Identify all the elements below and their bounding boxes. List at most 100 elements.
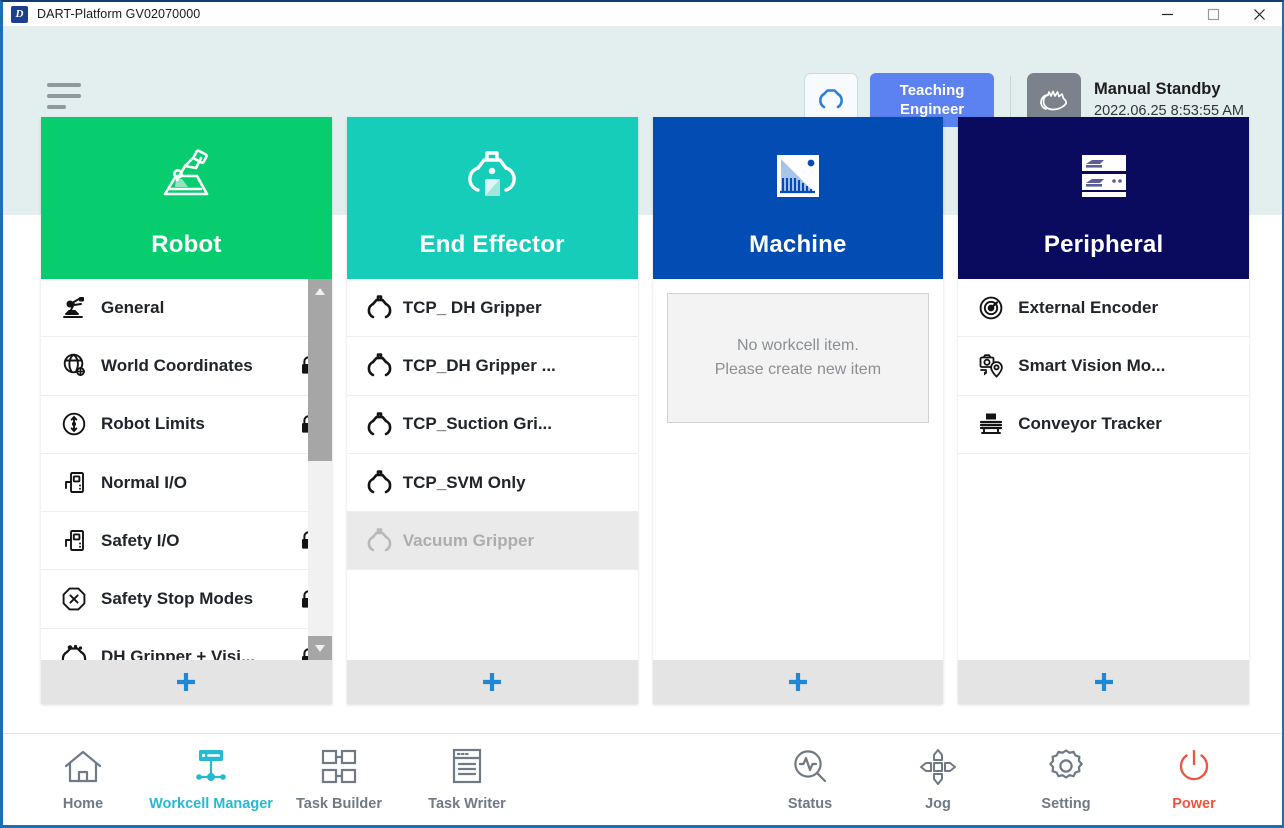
- column-body-end-effector: TCP_ DH Gripper TCP_DH Gripper ... TCP_S…: [346, 279, 638, 660]
- column-body-robot: General World Coordinates Robot Limits N…: [41, 279, 332, 660]
- list-item[interactable]: Safety I/O: [41, 512, 332, 571]
- list-item[interactable]: TCP_SVM Only: [346, 454, 638, 513]
- nav-item-setting[interactable]: Setting: [1002, 747, 1130, 812]
- list-item[interactable]: TCP_DH Gripper ...: [346, 337, 638, 396]
- nav-label: Workcell Manager: [149, 796, 273, 812]
- end-effector-icon: [463, 143, 521, 209]
- scroll-up-icon[interactable]: [307, 279, 332, 303]
- window-controls: [1144, 2, 1282, 27]
- setting-icon: [1049, 749, 1083, 779]
- conveyor-tracker-icon: [974, 411, 1008, 437]
- column-title-peripheral: Peripheral: [1043, 231, 1164, 258]
- column-title-machine: Machine: [749, 231, 847, 258]
- list-item[interactable]: Smart Vision Mo...: [958, 337, 1249, 396]
- list-item-label: TCP_DH Gripper ...: [402, 355, 556, 375]
- column-body-machine: No workcell item. Please create new item: [652, 279, 944, 660]
- column-header-robot[interactable]: Robot: [41, 117, 332, 279]
- workcell-manager-icon: [196, 750, 226, 781]
- task-builder-icon: [321, 749, 357, 784]
- list-item-label: Smart Vision Mo...: [1018, 355, 1166, 375]
- column-title-end-effector: End Effector: [419, 231, 565, 258]
- list-item-label: Safety I/O: [101, 530, 180, 550]
- column-header-end-effector[interactable]: End Effector: [346, 117, 638, 279]
- teaching-line-1: Teaching: [899, 82, 965, 99]
- nav-item-home[interactable]: Home: [19, 747, 147, 812]
- jog-icon: [920, 749, 956, 785]
- bottom-navigation-bar: Home Workcell Manager Task Builder Task …: [3, 733, 1282, 825]
- normal-io-icon: [57, 470, 91, 495]
- mode-status-text: Manual Standby 2022.06.25 8:53:55 AM: [1094, 78, 1244, 122]
- list-item-label: World Coordinates: [101, 355, 253, 375]
- gripper-status-icon: [819, 89, 843, 109]
- power-icon: [1179, 749, 1209, 781]
- add-robot-item-button[interactable]: [41, 660, 332, 704]
- list-item[interactable]: Normal I/O: [41, 454, 332, 513]
- column-body-peripheral: External Encoder Smart Vision Mo... Conv…: [958, 279, 1249, 660]
- nav-label: Power: [1172, 796, 1216, 812]
- list-item[interactable]: Safety Stop Modes: [41, 570, 332, 629]
- machine-icon: [773, 143, 823, 209]
- application-window: D DART-Platform GV02070000 Teaching Engi…: [0, 0, 1284, 828]
- menu-icon[interactable]: [47, 83, 81, 109]
- maximize-icon[interactable]: [1190, 2, 1236, 27]
- home-icon: [64, 750, 102, 783]
- tcp-icon: [363, 469, 397, 496]
- nav-item-workcell-manager[interactable]: Workcell Manager: [147, 747, 275, 812]
- nav-label: Home: [62, 796, 104, 812]
- workcell-columns: Robot General World Coordinates Robot Li…: [41, 117, 1249, 704]
- column-title-robot: Robot: [151, 231, 222, 258]
- title-bar: D DART-Platform GV02070000: [3, 2, 1282, 27]
- nav-item-status[interactable]: Status: [746, 747, 874, 812]
- robot-item-list: General World Coordinates Robot Limits N…: [41, 279, 332, 660]
- tcp-icon: [363, 294, 397, 321]
- column-end-effector: End Effector TCP_ DH Gripper TCP_DH Grip…: [346, 117, 638, 704]
- list-item-label: External Encoder: [1018, 297, 1159, 317]
- column-header-peripheral[interactable]: Peripheral: [958, 117, 1249, 279]
- robot-list-scrollbar[interactable]: [307, 279, 332, 660]
- nav-label: Task Writer: [428, 796, 506, 812]
- status-icon: [794, 750, 827, 783]
- scroll-down-icon[interactable]: [307, 636, 332, 660]
- list-item[interactable]: Robot Limits: [41, 396, 332, 454]
- smart-vision-module-icon: [974, 352, 1008, 379]
- list-item[interactable]: Vacuum Gripper: [346, 512, 638, 571]
- nav-item-task-builder[interactable]: Task Builder: [275, 747, 403, 812]
- nav-label: Status: [787, 796, 833, 812]
- column-header-machine[interactable]: Machine: [652, 117, 944, 279]
- add-machine-item-button[interactable]: [652, 660, 944, 704]
- nav-item-power[interactable]: Power: [1130, 747, 1258, 812]
- list-item[interactable]: External Encoder: [958, 279, 1249, 338]
- list-item-label: Safety Stop Modes: [101, 589, 254, 609]
- list-item[interactable]: TCP_Suction Gri...: [346, 396, 638, 454]
- close-icon[interactable]: [1236, 2, 1282, 27]
- column-robot: Robot General World Coordinates Robot Li…: [41, 117, 332, 704]
- app-logo-icon: D: [11, 5, 28, 23]
- plus-icon: [788, 673, 807, 691]
- list-item[interactable]: General: [41, 279, 332, 338]
- plus-icon: [483, 673, 502, 691]
- list-item-label: Normal I/O: [101, 472, 187, 492]
- tcp-icon: [363, 352, 397, 379]
- peripheral-item-list: External Encoder Smart Vision Mo... Conv…: [958, 279, 1249, 454]
- list-item-label: TCP_SVM Only: [402, 472, 526, 492]
- add-end-effector-item-button[interactable]: [346, 660, 638, 704]
- mode-title: Manual Standby: [1094, 80, 1221, 98]
- nav-label: Task Builder: [296, 796, 382, 812]
- add-peripheral-item-button[interactable]: [958, 660, 1249, 704]
- machine-empty-state: No workcell item. Please create new item: [666, 293, 930, 423]
- minimize-icon[interactable]: [1144, 2, 1190, 27]
- dh-gripper-vision-icon: [57, 644, 91, 660]
- list-item-label: Robot Limits: [101, 414, 205, 434]
- nav-item-jog[interactable]: Jog: [874, 747, 1002, 812]
- nav-label: Setting: [1041, 796, 1091, 812]
- list-item[interactable]: World Coordinates: [41, 337, 332, 396]
- nav-item-task-writer[interactable]: Task Writer: [403, 747, 531, 812]
- column-machine: Machine No workcell item. Please create …: [652, 117, 944, 704]
- scrollbar-thumb[interactable]: [307, 303, 332, 461]
- external-encoder-icon: [974, 295, 1008, 321]
- nav-right-group: Status Jog Setting Power: [746, 747, 1258, 812]
- list-item[interactable]: Conveyor Tracker: [958, 396, 1249, 454]
- list-item[interactable]: DH Gripper + Visi...: [41, 629, 332, 660]
- list-item[interactable]: TCP_ DH Gripper: [346, 279, 638, 338]
- list-item-label: General: [101, 297, 165, 317]
